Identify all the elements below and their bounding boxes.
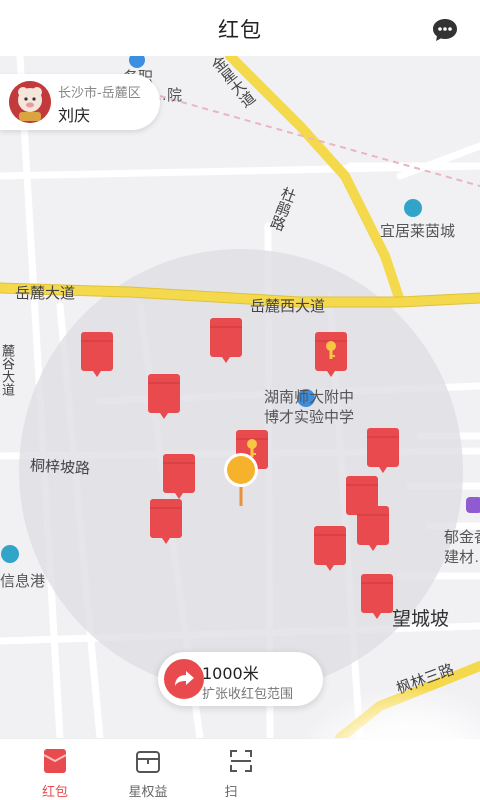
location-card[interactable]: 长沙市-岳麓区 刘庆 <box>0 74 160 130</box>
chat-bubble-icon[interactable] <box>430 15 460 45</box>
expand-range-button[interactable]: 1000米 扩张收红包范围 <box>158 652 323 706</box>
nav-item-red-envelope[interactable]: 红包 <box>20 747 90 800</box>
current-location-pin <box>222 452 260 508</box>
app: 红包 岳麓大道 岳麓西大道 桐梓坡路 宜居莱茵城 湖南师大附中 博才实验中学 望… <box>0 0 480 800</box>
red-packet[interactable] <box>210 318 242 364</box>
red-packet[interactable] <box>148 374 180 420</box>
map-label-yuelu-west-avenue: 岳麓西大道 <box>250 298 326 315</box>
scan-icon <box>227 747 255 775</box>
red-packet[interactable] <box>361 574 393 620</box>
red-packet[interactable] <box>150 499 182 545</box>
nav-item-scan[interactable]: 扫 <box>206 747 276 800</box>
red-packet[interactable] <box>81 332 113 378</box>
nav-item-star-benefits[interactable]: 星权益 <box>113 747 183 800</box>
red-packet-key[interactable] <box>315 332 347 378</box>
arrow-redo-icon <box>164 659 204 699</box>
map-label-school-line1: 湖南师大附中 <box>264 389 355 406</box>
map-label-tongzi-road: 桐梓坡路 <box>29 457 91 478</box>
nav-label: 扫 <box>224 785 238 800</box>
location-city: 长沙市-岳麓区 <box>58 86 141 101</box>
page-title: 红包 <box>218 18 262 42</box>
map-label-school-line2: 博才实验中学 <box>264 409 355 426</box>
map-base <box>0 56 480 738</box>
map-label-info-port: 信息港 <box>0 573 46 590</box>
map-label-wangcheng: 望城坡 <box>392 609 450 630</box>
bottom-nav: 红包 星权益 扫 <box>0 738 480 800</box>
red-envelope-icon <box>41 747 69 775</box>
map-label-yujin-line2: 建材… <box>444 549 480 566</box>
red-packet[interactable] <box>163 454 195 500</box>
map-label-yiju: 宜居莱茵城 <box>380 223 456 240</box>
location-name: 刘庆 <box>58 106 91 125</box>
range-hint: 扩张收红包范围 <box>202 687 294 702</box>
nav-label: 星权益 <box>128 785 168 800</box>
map-label-left-vertical: 麓谷大道 <box>0 344 15 396</box>
red-packet[interactable] <box>357 506 389 552</box>
gift-box-icon <box>134 747 162 775</box>
map[interactable]: 岳麓大道 岳麓西大道 桐梓坡路 宜居莱茵城 湖南师大附中 博才实验中学 望城坡 … <box>0 56 480 738</box>
avatar <box>9 81 51 123</box>
map-label-yujin-line1: 郁金香 <box>444 529 480 546</box>
map-label-yuelu-avenue: 岳麓大道 <box>15 285 76 302</box>
range-distance: 1000米 <box>202 664 259 683</box>
nav-label: 红包 <box>41 785 68 800</box>
red-packet[interactable] <box>367 428 399 474</box>
header: 红包 <box>0 0 480 56</box>
red-packet[interactable] <box>314 526 346 572</box>
